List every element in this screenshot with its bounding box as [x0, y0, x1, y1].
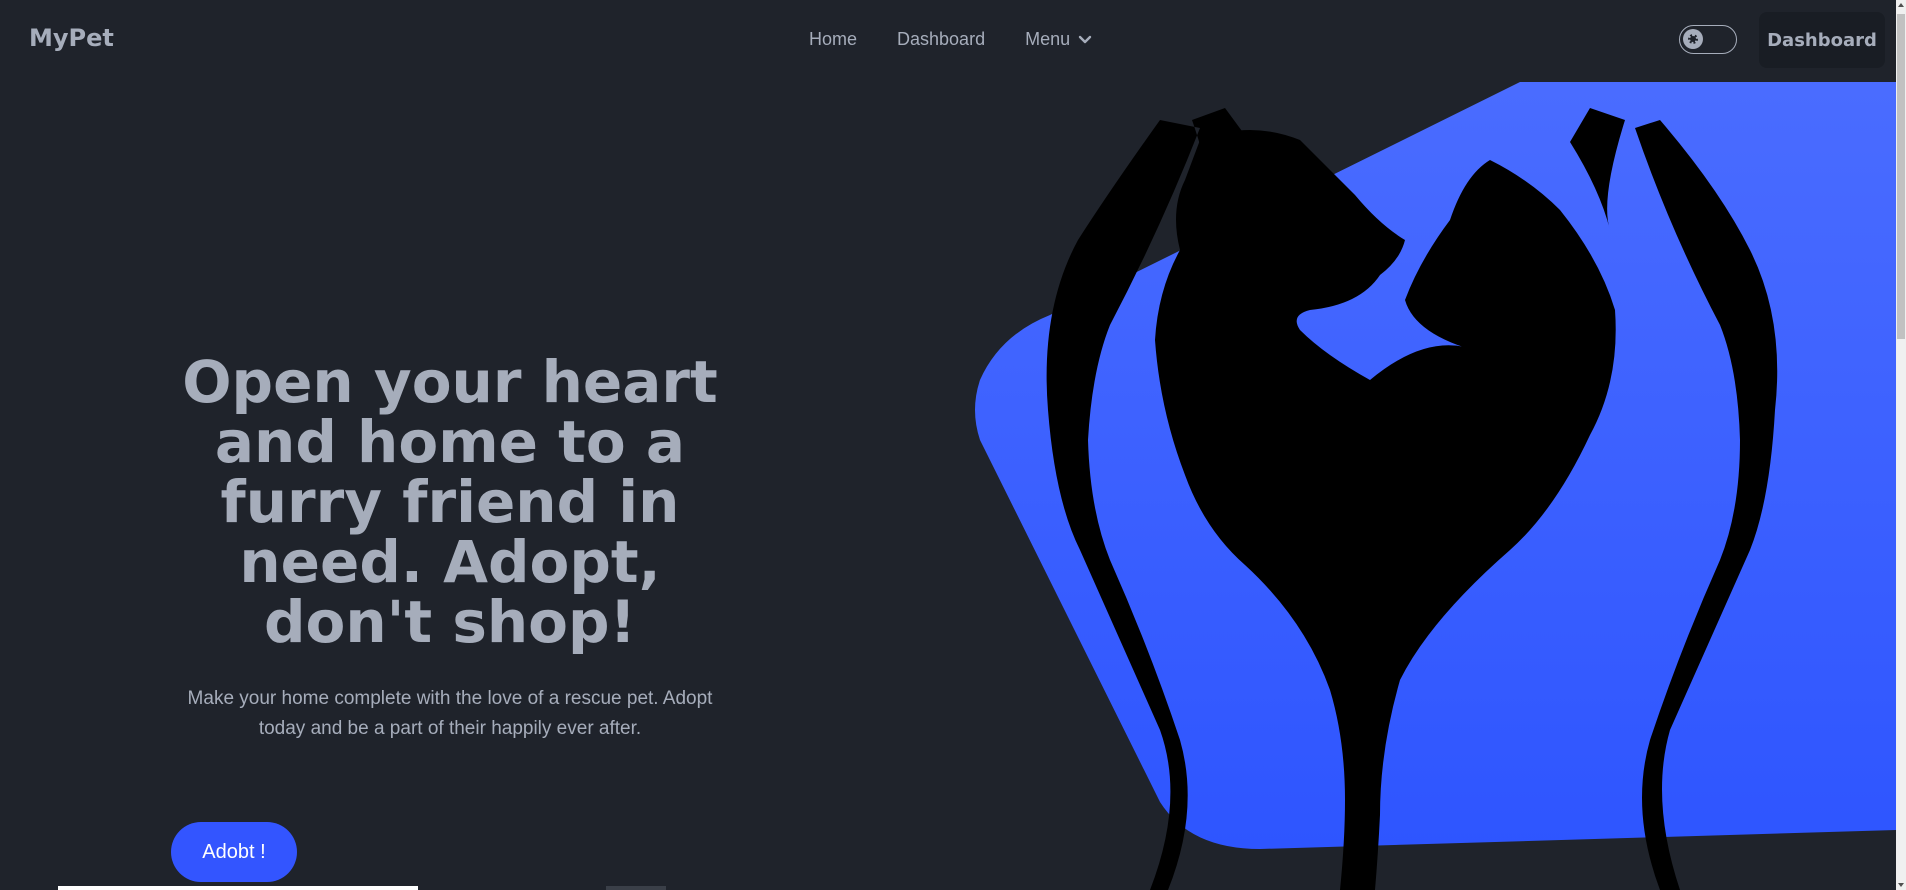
scroll-down-icon[interactable] — [1898, 883, 1904, 887]
nav-links: Home Dashboard Menu — [809, 29, 1092, 50]
adopt-button[interactable]: Adobt ! — [171, 822, 297, 882]
bottom-strip — [58, 886, 418, 890]
page-scrollbar[interactable] — [1896, 0, 1906, 890]
nav-home-link[interactable]: Home — [809, 29, 857, 50]
hero-title: Open your heart and home to a furry frie… — [182, 348, 718, 656]
hero-subtitle: Make your home complete with the love of… — [187, 688, 713, 739]
dashboard-button[interactable]: Dashboard — [1759, 12, 1885, 68]
theme-toggle[interactable] — [1679, 25, 1737, 54]
brand-logo[interactable]: MyPet — [29, 24, 114, 52]
nav-menu-dropdown[interactable]: Menu — [1025, 29, 1092, 50]
scrollbar-thumb[interactable] — [1897, 14, 1905, 339]
nav-dashboard-link[interactable]: Dashboard — [897, 29, 985, 50]
sun-icon — [1683, 29, 1703, 49]
navbar: MyPet Home Dashboard Menu Dashboard — [0, 0, 1896, 80]
chevron-down-icon — [1078, 35, 1092, 43]
hero-illustration — [975, 82, 1896, 890]
bottom-strip-secondary — [606, 886, 666, 890]
scroll-up-icon[interactable] — [1898, 3, 1904, 7]
nav-menu-label: Menu — [1025, 29, 1071, 49]
